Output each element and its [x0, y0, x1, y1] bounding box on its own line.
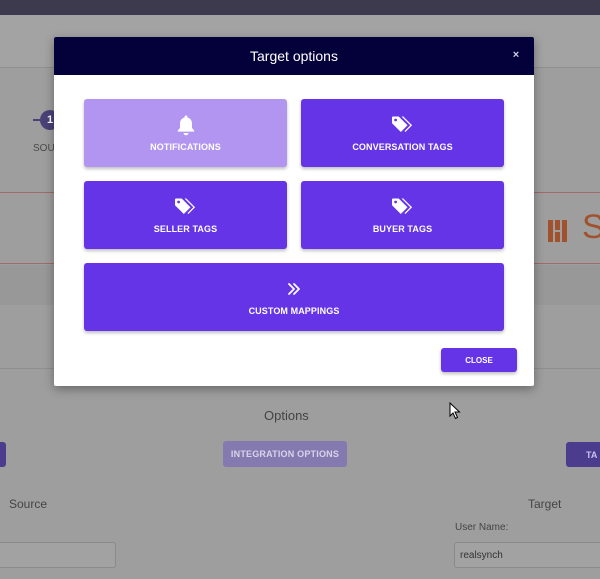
username-label: User Name: [455, 522, 509, 533]
double-chevron-right-icon [287, 278, 301, 300]
close-icon[interactable]: × [508, 47, 524, 63]
tile-label: SELLER TAGS [153, 224, 218, 234]
tags-icon [174, 196, 198, 218]
target-heading: Target [528, 497, 562, 511]
source-options-button[interactable] [0, 442, 6, 467]
tile-label: NOTIFICATIONS [150, 142, 221, 152]
tags-icon [391, 114, 415, 136]
username-input[interactable]: realsynch [454, 542, 600, 568]
close-button[interactable]: CLOSE [441, 348, 517, 372]
source-input[interactable] [0, 542, 116, 568]
options-heading: Options [264, 408, 309, 423]
modal-header: Target options × [54, 37, 534, 75]
bell-icon [176, 114, 196, 136]
custom-mappings-button[interactable]: CUSTOM MAPPINGS [84, 263, 504, 331]
target-options-modal: Target options × NOTIFICATIONS CONVERSAT… [54, 37, 534, 386]
integration-options-button[interactable]: INTEGRATION OPTIONS [223, 441, 347, 467]
source-heading: Source [9, 497, 48, 511]
brand-logo-icon [548, 218, 576, 251]
buyer-tags-button[interactable]: BUYER TAGS [301, 181, 504, 249]
tile-label: CONVERSATION TAGS [352, 142, 453, 152]
mouse-cursor-icon [449, 401, 461, 425]
seller-tags-button[interactable]: SELLER TAGS [84, 181, 287, 249]
conversation-tags-button[interactable]: CONVERSATION TAGS [301, 99, 504, 167]
brand-logo-text: S [582, 208, 600, 246]
tags-icon [391, 196, 415, 218]
tile-label: CUSTOM MAPPINGS [248, 306, 340, 316]
modal-title: Target options [250, 48, 338, 64]
tile-label: BUYER TAGS [372, 224, 433, 234]
top-nav-bar [0, 0, 600, 15]
notifications-button[interactable]: NOTIFICATIONS [84, 99, 287, 167]
target-options-button[interactable]: TA [566, 442, 600, 467]
step-label: SOU [33, 143, 55, 154]
